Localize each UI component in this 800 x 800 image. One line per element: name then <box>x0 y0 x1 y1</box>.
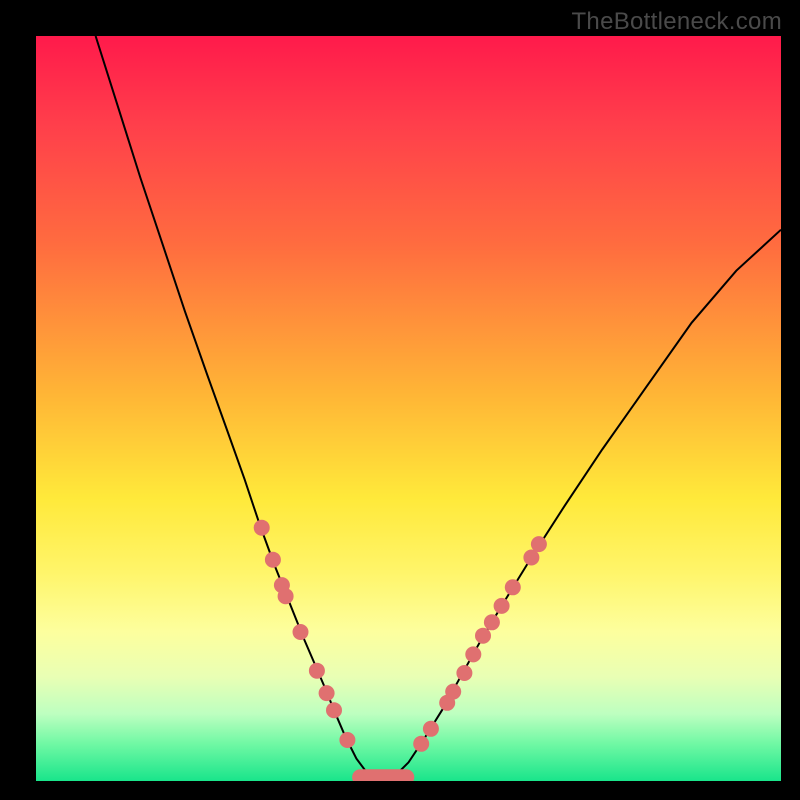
data-marker <box>523 550 539 566</box>
chart-overlay <box>36 36 781 781</box>
watermark-text: TheBottleneck.com <box>571 8 782 36</box>
data-marker <box>531 536 547 552</box>
data-marker <box>339 732 355 748</box>
data-marker <box>293 624 309 640</box>
chart-frame: TheBottleneck.com <box>0 0 800 800</box>
data-marker <box>254 520 270 536</box>
data-marker <box>309 663 325 679</box>
data-marker <box>413 736 429 752</box>
plot-area <box>36 36 781 781</box>
bottleneck-curve <box>96 36 781 781</box>
data-marker <box>465 646 481 662</box>
marker-cluster-left <box>254 520 356 748</box>
data-marker <box>484 614 500 630</box>
data-marker <box>445 684 461 700</box>
data-marker <box>278 588 294 604</box>
data-marker <box>319 685 335 701</box>
data-marker <box>475 628 491 644</box>
data-marker <box>265 552 281 568</box>
data-marker <box>326 702 342 718</box>
data-marker <box>494 598 510 614</box>
data-marker <box>505 579 521 595</box>
data-marker <box>423 721 439 737</box>
data-marker <box>456 665 472 681</box>
marker-cluster-right <box>413 536 547 752</box>
